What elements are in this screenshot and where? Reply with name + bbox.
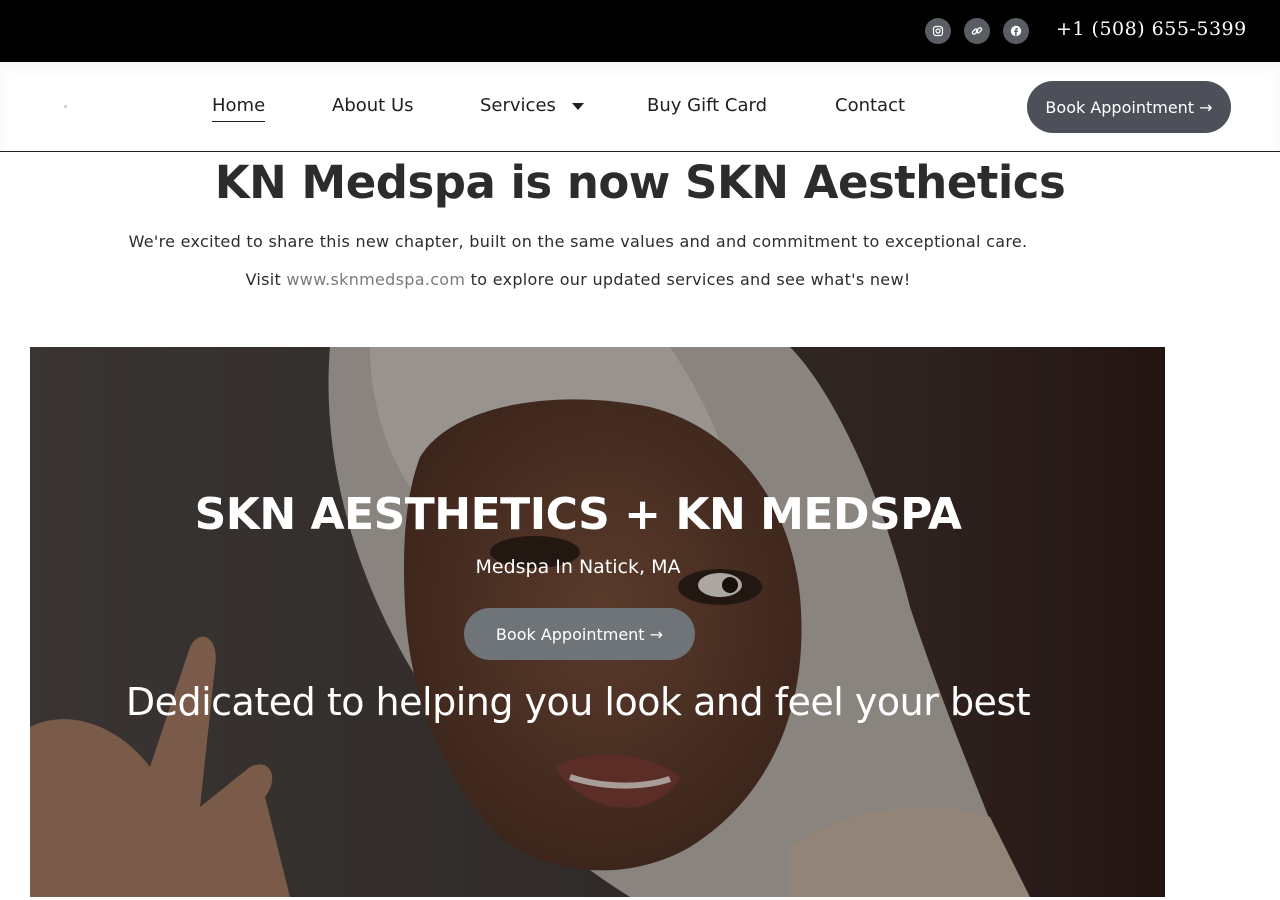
logo[interactable] xyxy=(64,105,67,108)
hero-tagline: Dedicated to helping you look and feel y… xyxy=(125,680,1031,724)
instagram-icon[interactable] xyxy=(925,18,951,44)
nav-contact[interactable]: Contact xyxy=(835,95,905,116)
visit-suffix: to explore our updated services and see … xyxy=(465,270,911,289)
main-navigation: Home About Us Services Buy Gift Card Con… xyxy=(0,62,1280,152)
chevron-down-icon[interactable] xyxy=(571,103,584,110)
phone-number[interactable]: +1 (508) 655-5399 xyxy=(1056,18,1247,40)
website-link[interactable]: www.sknmedspa.com xyxy=(286,270,465,289)
link-icon[interactable] xyxy=(964,18,990,44)
announcement-text: We're excited to share this new chapter,… xyxy=(128,232,1028,251)
hero-banner: SKN AESTHETICS + KN MEDSPA Medspa In Nat… xyxy=(30,347,1165,897)
nav-services-label: Services xyxy=(480,95,556,116)
facebook-icon[interactable] xyxy=(1003,18,1029,44)
visit-prefix: Visit xyxy=(245,270,287,289)
nav-buy-gift-card[interactable]: Buy Gift Card xyxy=(647,95,767,116)
top-bar: +1 (508) 655-5399 xyxy=(0,0,1280,62)
nav-services[interactable]: Services xyxy=(480,95,584,116)
nav-home[interactable]: Home xyxy=(212,95,266,122)
announcement-visit-text: Visit www.sknmedspa.com to explore our u… xyxy=(0,270,1156,289)
announcement-title: KN Medspa is now SKN Aesthetics xyxy=(214,156,1066,209)
hero-book-appointment-button[interactable]: Book Appointment → xyxy=(464,608,695,660)
book-appointment-button[interactable]: Book Appointment → xyxy=(1027,81,1231,133)
nav-about-us[interactable]: About Us xyxy=(332,95,414,116)
hero-title: SKN AESTHETICS + KN MEDSPA xyxy=(194,489,962,540)
hero-subtitle: Medspa In Natick, MA xyxy=(475,556,681,578)
